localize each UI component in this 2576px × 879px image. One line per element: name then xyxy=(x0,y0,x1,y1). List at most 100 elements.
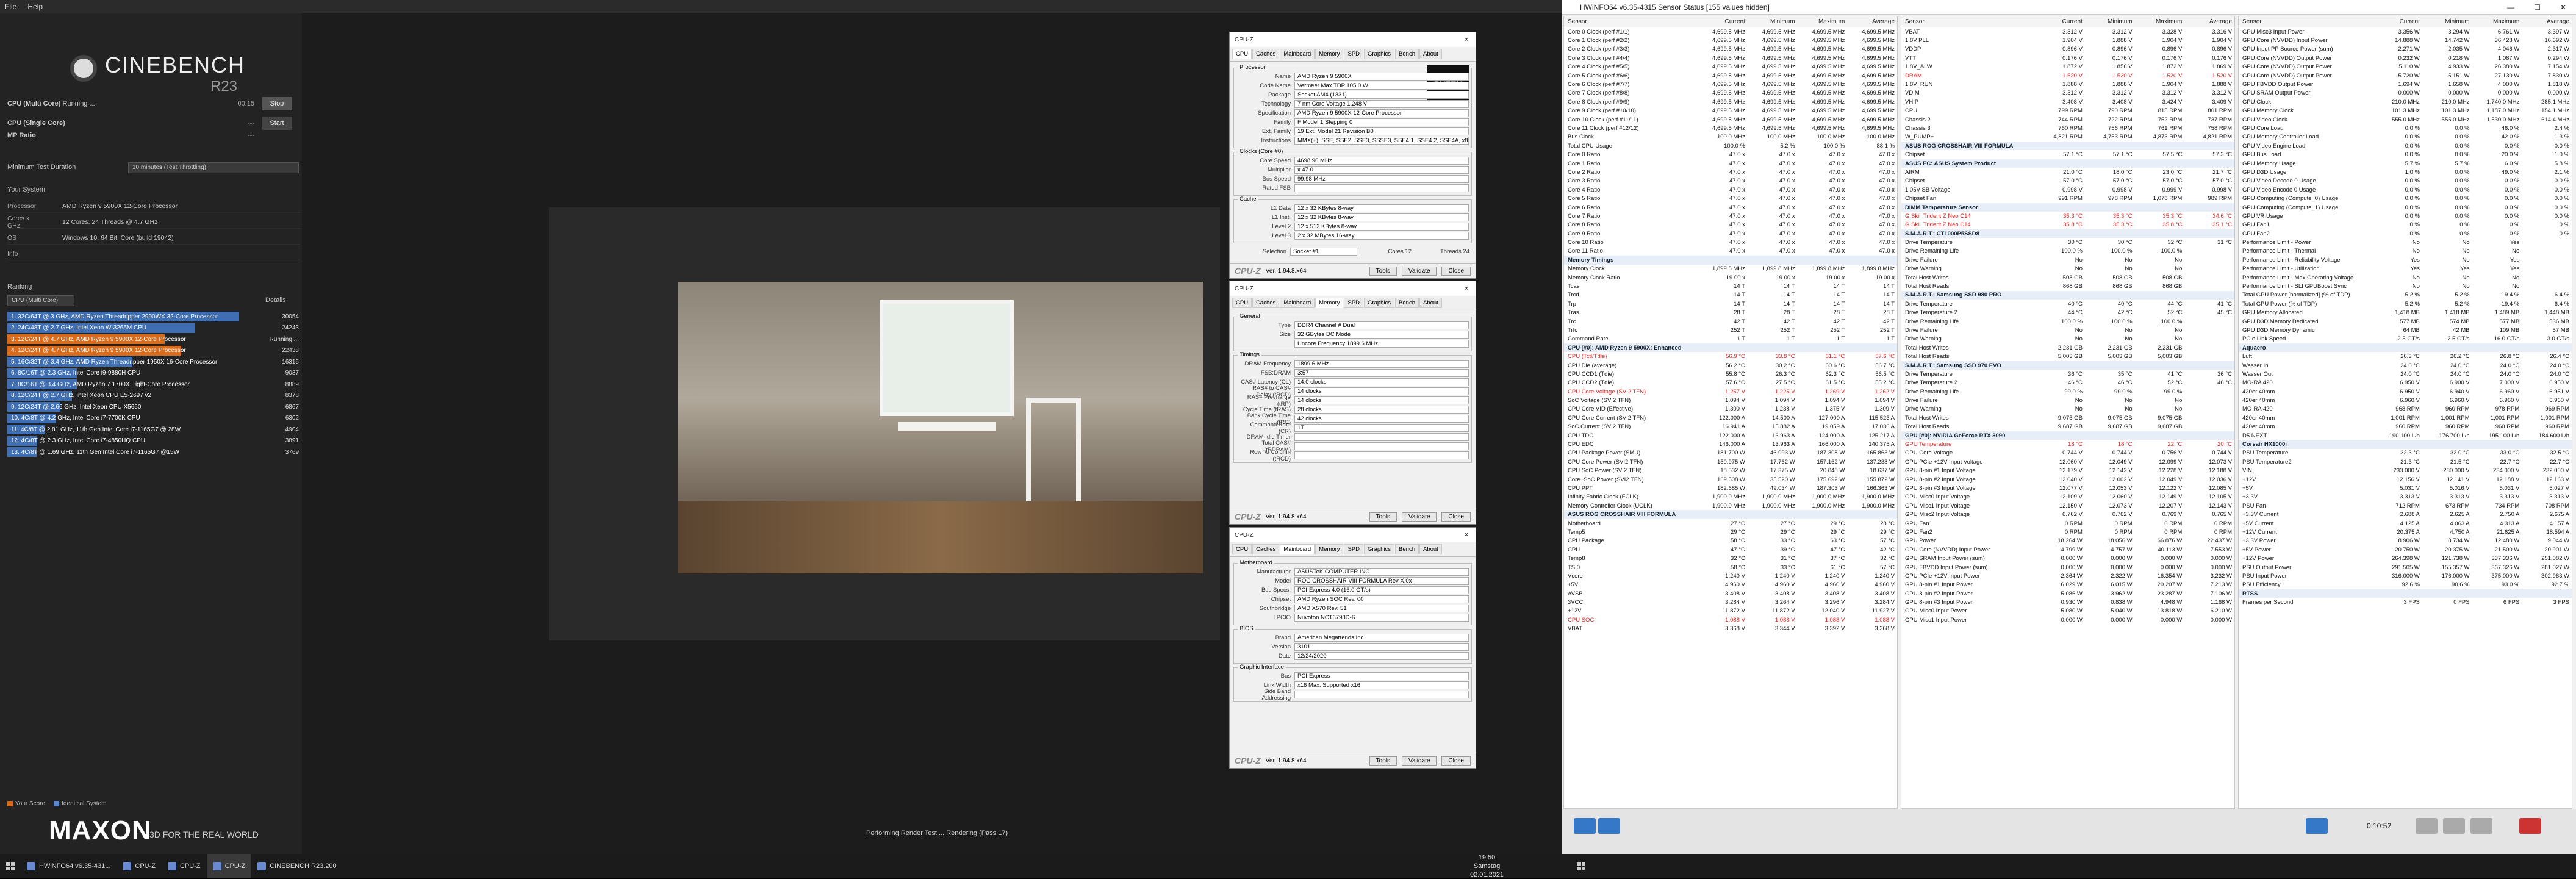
sensor-group-header[interactable]: GPU [#0]: NVIDIA GeForce RTX 3090 xyxy=(1901,431,2234,440)
header-sensor[interactable]: Sensor xyxy=(1901,18,2035,25)
sensor-row[interactable]: GPU SRAM Input Power (sum) 0.000 W 0.000 W… xyxy=(1901,554,2234,562)
sensor-row[interactable]: Core 0 Clock (perf #1/1) 4,699.5 MHz 4,699… xyxy=(1564,27,1897,36)
socket-select[interactable]: Socket #1 xyxy=(1290,248,1357,256)
sensor-row[interactable]: Memory Controller Clock (UCLK) 1,900.0 MH… xyxy=(1564,501,1897,510)
validate-button[interactable]: Validate xyxy=(1402,266,1437,276)
sensor-row[interactable]: +5V Power 20.750 W 20.375 W 21.500 W 20.901 … xyxy=(2239,545,2572,554)
sensor-row[interactable]: GPU 8-pin #2 Input Power 5.086 W 3.962 W 23… xyxy=(1901,589,2234,598)
tab-graphics[interactable]: Graphics xyxy=(1364,544,1395,554)
sensor-row[interactable]: GPU Core (NVVDD) Output Power 5.720 W 5.15… xyxy=(2239,71,2572,80)
tab-bench[interactable]: Bench xyxy=(1395,298,1419,308)
sensor-row[interactable]: +3.3V Power 8.906 W 8.734 W 12.480 W 9.044 W xyxy=(2239,537,2572,545)
sensor-row[interactable]: Drive Failure No No No xyxy=(1901,256,2234,264)
ranking-row[interactable]: 3. 12C/24T @ 4.7 GHz, AMD Ryzen 9 5900X … xyxy=(7,334,300,345)
sensor-row[interactable]: GPU Core Load 0.0 % 0.0 % 46.0 % 2.4 % xyxy=(2239,124,2572,132)
ranking-row[interactable]: 11. 4C/8T @ 2.81 GHz, 11th Gen Intel Cor… xyxy=(7,424,300,435)
sensor-row[interactable]: Infinity Fabric Clock (FCLK) 1,900.0 MHz 1… xyxy=(1564,493,1897,501)
header-current[interactable]: Current xyxy=(2372,18,2422,25)
network-button[interactable] xyxy=(2306,818,2328,834)
sensor-row[interactable]: SoC Current (SVI2 TFN) 16.941 A 15.882 A 19… xyxy=(1564,423,1897,431)
sensor-group-header[interactable]: Corsair HX1000i xyxy=(2239,440,2572,449)
sensor-row[interactable]: Chassis 3 760 RPM 756 RPM 761 RPM 758 RPM xyxy=(1901,124,2234,132)
sensor-row[interactable]: 420er 40mm 960 RPM 960 RPM 960 RPM 960 RPM xyxy=(2239,423,2572,431)
tab-cpu[interactable]: CPU xyxy=(1232,298,1252,308)
sensor-group-header[interactable]: Memory Timings xyxy=(1564,256,1897,265)
sensor-row[interactable]: Drive Warning No No No xyxy=(1901,265,2234,273)
sensor-row[interactable]: GPU Core (NVVDD) Output Power 5.110 W 4.93… xyxy=(2239,63,2572,71)
validate-button[interactable]: Validate xyxy=(1402,756,1437,766)
validate-button[interactable]: Validate xyxy=(1402,512,1437,522)
sensor-row[interactable]: GPU 8-pin #1 Input Power 6.029 W 6.015 W 20… xyxy=(1901,581,2234,589)
sensor-group-header[interactable]: DIMM Temperature Sensor xyxy=(1901,203,2234,212)
sensor-row[interactable]: +5V Current 4.125 A 4.063 A 4.313 A 4.157 A xyxy=(2239,519,2572,528)
sensor-row[interactable]: GPU Misc1 Input Voltage 12.150 V 12.073 V 1… xyxy=(1901,501,2234,510)
header-average[interactable]: Average xyxy=(1847,18,1897,25)
sensor-row[interactable]: GPU Power 18.264 W 18.056 W 66.876 W 22.437 … xyxy=(1901,537,2234,545)
sensor-row[interactable]: GPU D3D Usage 1.0 % 0.0 % 49.0 % 2.1 % xyxy=(2239,168,2572,176)
sensor-row[interactable]: Total Host Reads 5,003 GB 5,003 GB 5,003 GB xyxy=(1901,352,2234,361)
sensor-row[interactable]: Core 7 Ratio 47.0 x 47.0 x 47.0 x 47.0 x xyxy=(1564,212,1897,220)
settings-button[interactable] xyxy=(2443,818,2465,834)
sensor-row[interactable]: Tcas 14 T 14 T 14 T 14 T xyxy=(1564,282,1897,290)
sensor-row[interactable]: Core 4 Clock (perf #5/5) 4,699.5 MHz 4,699… xyxy=(1564,63,1897,71)
sensor-group-header[interactable]: CPU [#0]: AMD Ryzen 9 5900X: Enhanced xyxy=(1564,343,1897,353)
sensor-row[interactable]: Core 8 Clock (perf #9/9) 4,699.5 MHz 4,699… xyxy=(1564,98,1897,106)
sensor-row[interactable]: CPU Core VID (Effective) 1.300 V 1.238 V 1.… xyxy=(1564,405,1897,414)
sensor-row[interactable]: Total Host Reads 868 GB 868 GB 868 GB xyxy=(1901,282,2234,290)
sensor-row[interactable]: Chipset 57.0 °C 57.0 °C 57.0 °C 57.0 °C xyxy=(1901,177,2234,185)
sensor-row[interactable]: GPU Core (NVVDD) Input Power 4.799 W 4.757… xyxy=(1901,545,2234,554)
header-sensor[interactable]: Sensor xyxy=(2239,18,2372,25)
sensor-row[interactable]: GPU Video Engine Load 0.0 % 0.0 % 0.0 % 0.0 … xyxy=(2239,142,2572,150)
sensor-row[interactable]: Chipset Fan 991 RPM 978 RPM 1,078 RPM 989 RP… xyxy=(1901,194,2234,203)
sensor-row[interactable]: GPU PCIe +12V Input Voltage 12.060 V 12.04… xyxy=(1901,457,2234,466)
ranking-row[interactable]: 4. 12C/24T @ 4.7 GHz, AMD Ryzen 9 5900X … xyxy=(7,345,300,356)
sensor-row[interactable]: AIRM 21.0 °C 18.0 °C 23.0 °C 21.7 °C xyxy=(1901,168,2234,176)
sensor-row[interactable]: Drive Temperature 36 °C 35 °C 41 °C 36 °C xyxy=(1901,370,2234,378)
sensor-row[interactable]: CPU CCD1 (Tdie) 55.8 °C 26.3 °C 62.3 °C 56.5… xyxy=(1564,370,1897,378)
sensor-row[interactable]: Wasser In 24.0 °C 24.0 °C 24.0 °C 24.0 °C xyxy=(2239,361,2572,370)
taskbar-item[interactable]: CPU-Z xyxy=(162,854,207,878)
sensor-row[interactable]: GPU Input PP Source Power (sum) 2.271 W 2.… xyxy=(2239,45,2572,54)
sensor-row[interactable]: GPU Memory Usage 5.7 % 5.7 % 6.0 % 5.8 % xyxy=(2239,159,2572,168)
sensor-row-alert[interactable]: CPU SOC 1.088 V 1.088 V 1.088 V 1.088 V xyxy=(1564,615,1897,624)
tab-caches[interactable]: Caches xyxy=(1252,49,1280,59)
sensor-row[interactable]: CPU TDC 122.000 A 13.963 A 124.000 A 125.217… xyxy=(1564,431,1897,440)
sensor-row[interactable]: Core 3 Ratio 47.0 x 47.0 x 47.0 x 47.0 x xyxy=(1564,177,1897,185)
close-button[interactable]: Close xyxy=(1441,756,1471,766)
details-button[interactable]: Details xyxy=(265,296,286,304)
sensor-row[interactable]: GPU SRAM Output Power 0.000 W 0.000 W 0.000… xyxy=(2239,89,2572,98)
sensor-row[interactable]: GPU Clock 210.0 MHz 210.0 MHz 1,740.0 MHz 28… xyxy=(2239,98,2572,106)
sensor-row[interactable]: Core+SoC Power (SVI2 TFN) 169.508 W 35.520… xyxy=(1564,475,1897,484)
sensor-row[interactable]: 420er 40mm 6.950 V 6.940 V 6.960 V 6.951 V xyxy=(2239,387,2572,396)
tab-about[interactable]: About xyxy=(1419,298,1442,308)
sensor-row[interactable]: CPU Package 58 °C 33 °C 63 °C 57 °C xyxy=(1564,537,1897,545)
sensor-row[interactable]: VIN 233.000 V 230.000 V 234.000 V 232.000 V xyxy=(2239,467,2572,475)
sensor-row[interactable]: PCIe Link Speed 2.5 GT/s 2.5 GT/s 16.0 GT/s… xyxy=(2239,335,2572,343)
sensor-row[interactable]: GPU Misc3 Input Power 3.356 W 3.294 W 6.761… xyxy=(2239,27,2572,36)
sensor-row[interactable]: +3.3V 3.313 V 3.313 V 3.313 V 3.313 V xyxy=(2239,493,2572,501)
sensor-row[interactable]: GPU Misc1 Input Power 0.000 W 0.000 W 0.000… xyxy=(1901,615,2234,624)
hwinfo-column-3[interactable]: Sensor Current Minimum Maximum Average GPU Mi… xyxy=(2238,16,2572,809)
sensor-row[interactable]: CPU Package Power (SMU) 181.700 W 46.093 W… xyxy=(1564,449,1897,457)
sensor-row[interactable]: +5V 4.960 V 4.960 V 4.960 V 4.960 V xyxy=(1564,581,1897,589)
sensor-row[interactable]: 420er 40mm 1,001 RPM 1,001 RPM 1,001 RPM 1,0… xyxy=(2239,414,2572,422)
sensor-row[interactable]: PSU Output Power 291.505 W 155.357 W 367.32… xyxy=(2239,563,2572,572)
sensor-row[interactable]: Memory Clock Ratio 19.00 x 19.00 x 19.00 x 1… xyxy=(1564,273,1897,282)
sensor-row[interactable]: W_PUMP+ 4,821 RPM 4,753 RPM 4,873 RPM 4,821 … xyxy=(1901,133,2234,142)
sensor-row[interactable]: Motherboard 27 °C 27 °C 29 °C 28 °C xyxy=(1564,519,1897,528)
ranking-row[interactable]: 10. 4C/8T @ 4.2 GHz, Intel Core i7-7700K… xyxy=(7,413,300,424)
close-button[interactable]: ✕ xyxy=(2560,3,2566,12)
tab-memory[interactable]: Memory xyxy=(1315,544,1344,554)
sensor-row[interactable]: Core 6 Ratio 47.0 x 47.0 x 47.0 x 47.0 x xyxy=(1564,203,1897,212)
sensor-row[interactable]: 1.05V SB Voltage 0.998 V 0.998 V 0.999 V 0.9… xyxy=(1901,185,2234,194)
tab-spd[interactable]: SPD xyxy=(1344,49,1364,59)
sensor-row[interactable]: CPU PPT 182.685 W 49.034 W 187.303 W 166.363… xyxy=(1564,484,1897,492)
sensor-row[interactable]: Drive Remaining Life 100.0 % 100.0 % 100.0 … xyxy=(1901,247,2234,256)
reset-button[interactable] xyxy=(2470,818,2492,834)
sensor-row[interactable]: Core 11 Clock (perf #12/12) 4,699.5 MHz 4,… xyxy=(1564,124,1897,132)
ranking-row[interactable]: 13. 4C/8T @ 1.69 GHz, 11th Gen Intel Cor… xyxy=(7,447,300,457)
sensor-row[interactable]: MO-RA 420 968 RPM 960 RPM 978 RPM 969 RPM xyxy=(2239,405,2572,414)
tab-bench[interactable]: Bench xyxy=(1395,544,1419,554)
sensor-row[interactable]: GPU Video Clock 555.0 MHz 555.0 MHz 1,530.0… xyxy=(2239,115,2572,124)
sensor-row[interactable]: GPU D3D Memory Dynamic 64 MB 42 MB 109 MB 57… xyxy=(2239,326,2572,334)
